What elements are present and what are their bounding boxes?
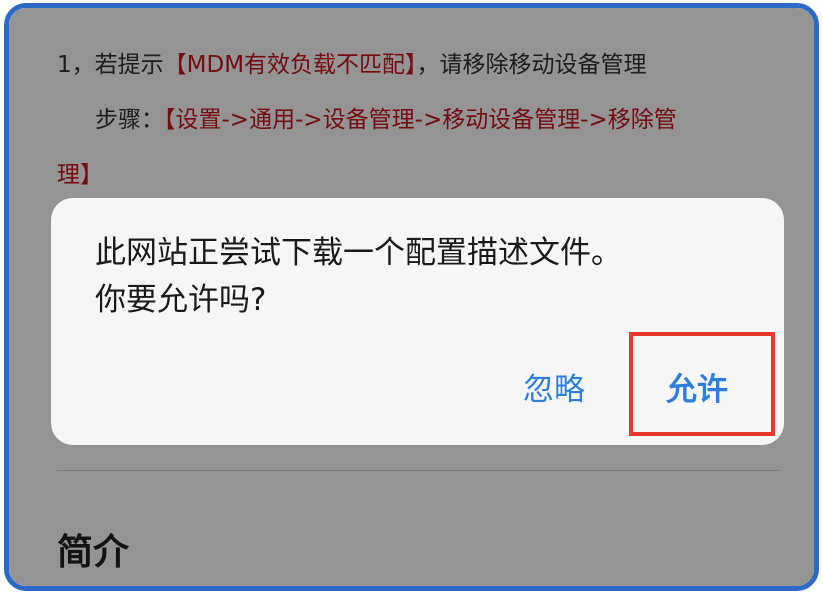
screenshot-frame: 1，若提示【MDM有效负载不匹配】，请移除移动设备管理 步骤：【设置->通用->… bbox=[4, 3, 819, 591]
alert-message-line-1: 此网站正尝试下载一个配置描述文件。 bbox=[95, 235, 622, 271]
annotation-highlight-box bbox=[629, 332, 775, 436]
profile-download-alert: 此网站正尝试下载一个配置描述文件。 你要允许吗? 忽略 允许 bbox=[51, 198, 784, 445]
ignore-button[interactable]: 忽略 bbox=[523, 364, 585, 409]
alert-message-line-2: 你要允许吗? bbox=[95, 282, 267, 318]
alert-message: 此网站正尝试下载一个配置描述文件。 你要允许吗? bbox=[95, 230, 745, 324]
